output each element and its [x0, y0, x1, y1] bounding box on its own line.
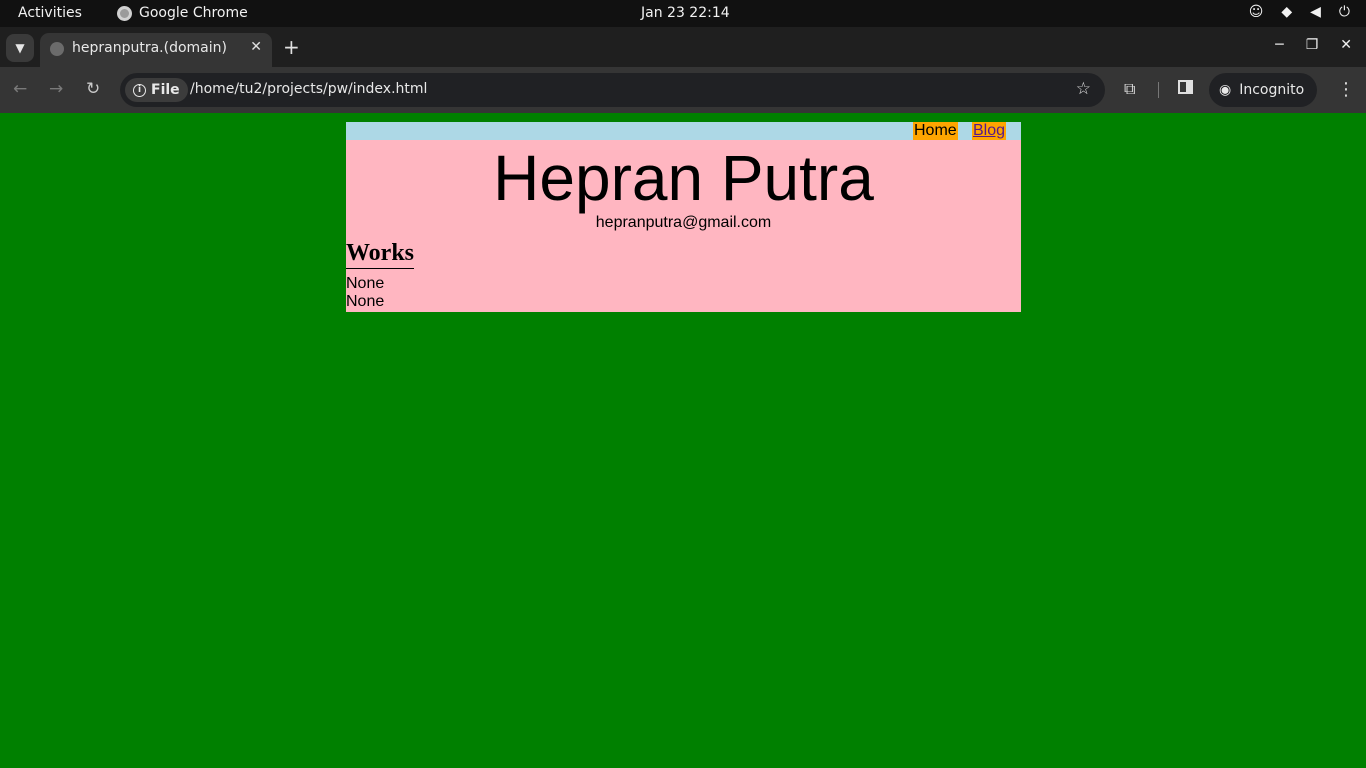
- reload-icon[interactable]: ↻: [86, 79, 100, 99]
- new-tab-button[interactable]: +: [283, 35, 300, 59]
- extensions-puzzle-icon[interactable]: ⧉: [1124, 79, 1135, 99]
- window-controls: ─ ❐ ✕: [1275, 37, 1352, 53]
- browser-toolbar: ← → ↻ i File /home/tu2/projects/pw/index…: [0, 67, 1366, 113]
- back-arrow-icon[interactable]: ←: [13, 79, 27, 99]
- accessibility-icon[interactable]: ☺: [1249, 4, 1264, 20]
- activities-button[interactable]: Activities: [18, 5, 82, 21]
- chrome-icon: [117, 5, 132, 21]
- maximize-icon[interactable]: ❐: [1306, 37, 1319, 53]
- site-info-chip[interactable]: i File: [125, 78, 188, 102]
- active-tab[interactable]: hepranputra.(domain) ✕: [40, 33, 272, 67]
- power-icon[interactable]: ⏻: [1339, 4, 1350, 20]
- system-top-bar: Activities Google Chrome Jan 23 22:14 ☺ …: [0, 0, 1366, 27]
- clock[interactable]: Jan 23 22:14: [641, 5, 730, 21]
- tab-search-button[interactable]: ▼: [6, 34, 34, 62]
- address-bar[interactable]: i File /home/tu2/projects/pw/index.html …: [120, 73, 1105, 107]
- site-navbar: Home Blog: [346, 122, 1021, 140]
- info-icon: i: [133, 83, 146, 97]
- nav-blog-link[interactable]: Blog: [972, 122, 1007, 140]
- site-info-label: File: [151, 82, 180, 98]
- tab-strip: ▼ hepranputra.(domain) ✕ + ─ ❐ ✕: [0, 27, 1366, 67]
- bookmark-star-icon[interactable]: ☆: [1076, 79, 1091, 99]
- page-container: Home Blog Hepran Putra hepranputra@gmail…: [346, 122, 1021, 312]
- kebab-menu-icon[interactable]: ⋮: [1337, 79, 1355, 100]
- incognito-label: Incognito: [1239, 82, 1305, 98]
- toolbar-divider: [1158, 82, 1159, 98]
- chevron-down-icon: ▼: [15, 41, 25, 55]
- contact-email: hepranputra@gmail.com: [595, 214, 772, 231]
- incognito-badge[interactable]: ◉ Incognito: [1209, 73, 1318, 107]
- forward-arrow-icon[interactable]: →: [49, 79, 63, 99]
- close-window-icon[interactable]: ✕: [1340, 37, 1352, 53]
- system-tray[interactable]: ☺ ◆ ◀ ⏻: [1249, 4, 1350, 20]
- app-menu[interactable]: Google Chrome: [117, 5, 248, 21]
- side-panel-icon[interactable]: [1178, 80, 1193, 94]
- tab-title: hepranputra.(domain): [72, 40, 227, 56]
- volume-icon[interactable]: ◀: [1310, 4, 1321, 20]
- works-item: None: [346, 275, 385, 292]
- close-tab-icon[interactable]: ✕: [250, 39, 262, 55]
- url-text[interactable]: /home/tu2/projects/pw/index.html: [190, 81, 427, 97]
- globe-icon: [50, 42, 64, 56]
- nav-home-link[interactable]: Home: [913, 122, 958, 140]
- works-heading: Works: [346, 240, 415, 269]
- wifi-icon[interactable]: ◆: [1281, 4, 1292, 20]
- incognito-icon: ◉: [1219, 82, 1232, 98]
- minimize-icon[interactable]: ─: [1275, 37, 1283, 53]
- site-title: Hepran Putra: [493, 142, 874, 214]
- works-item: None: [346, 293, 385, 310]
- app-name: Google Chrome: [139, 5, 248, 21]
